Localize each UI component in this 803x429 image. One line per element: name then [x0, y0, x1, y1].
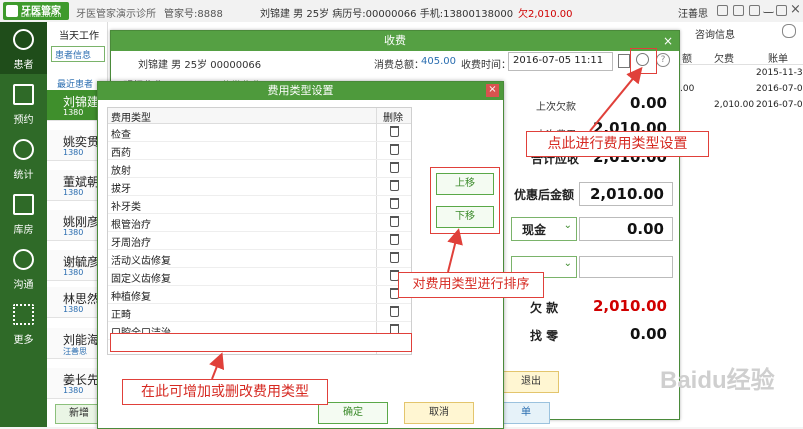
arrow-to-sort — [447, 228, 463, 273]
watermark: Baidu经验 — [660, 367, 775, 394]
arrow-to-input — [209, 352, 225, 380]
arrow-to-settings — [589, 66, 643, 132]
